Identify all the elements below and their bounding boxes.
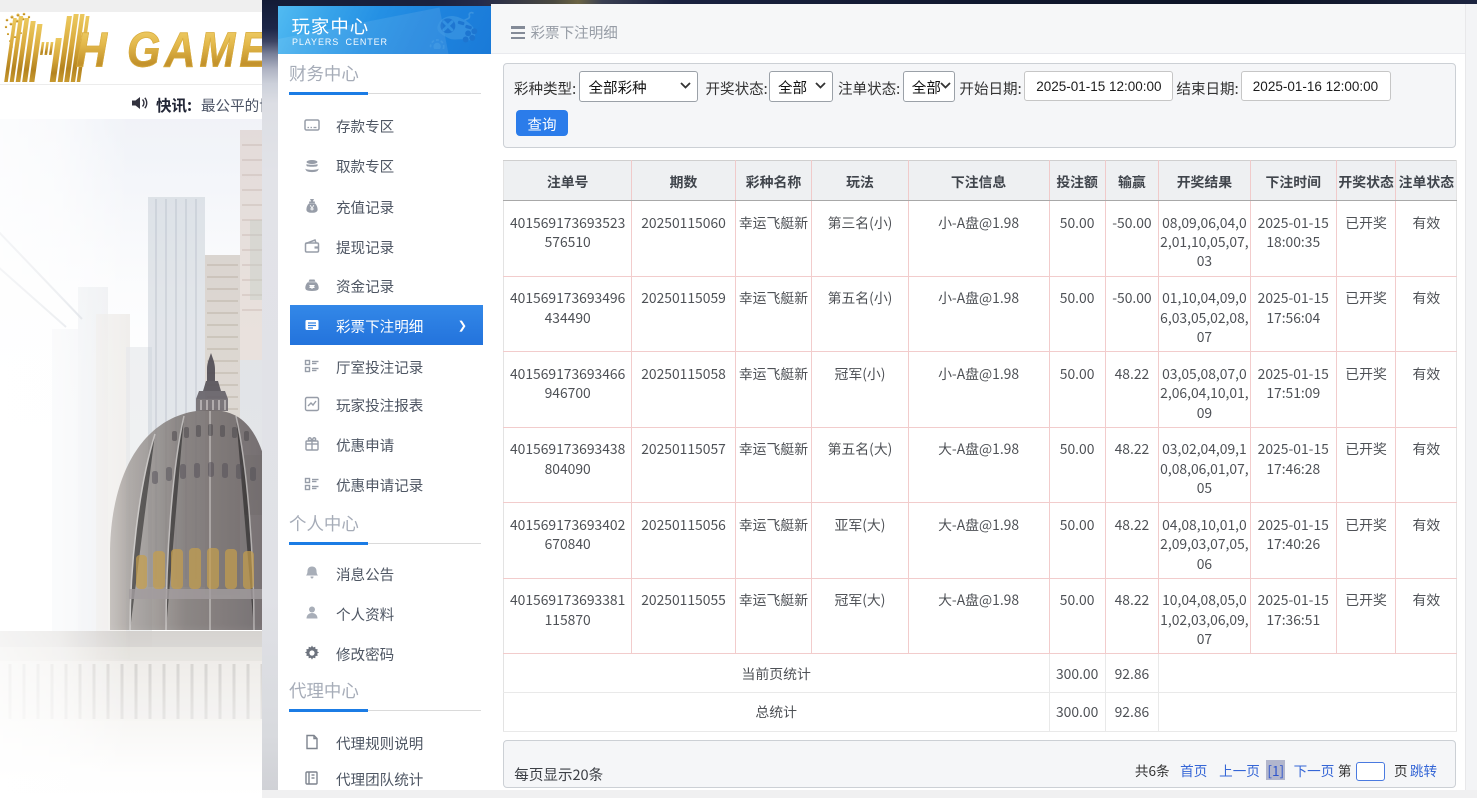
svg-text:￥: ￥ — [309, 203, 315, 212]
